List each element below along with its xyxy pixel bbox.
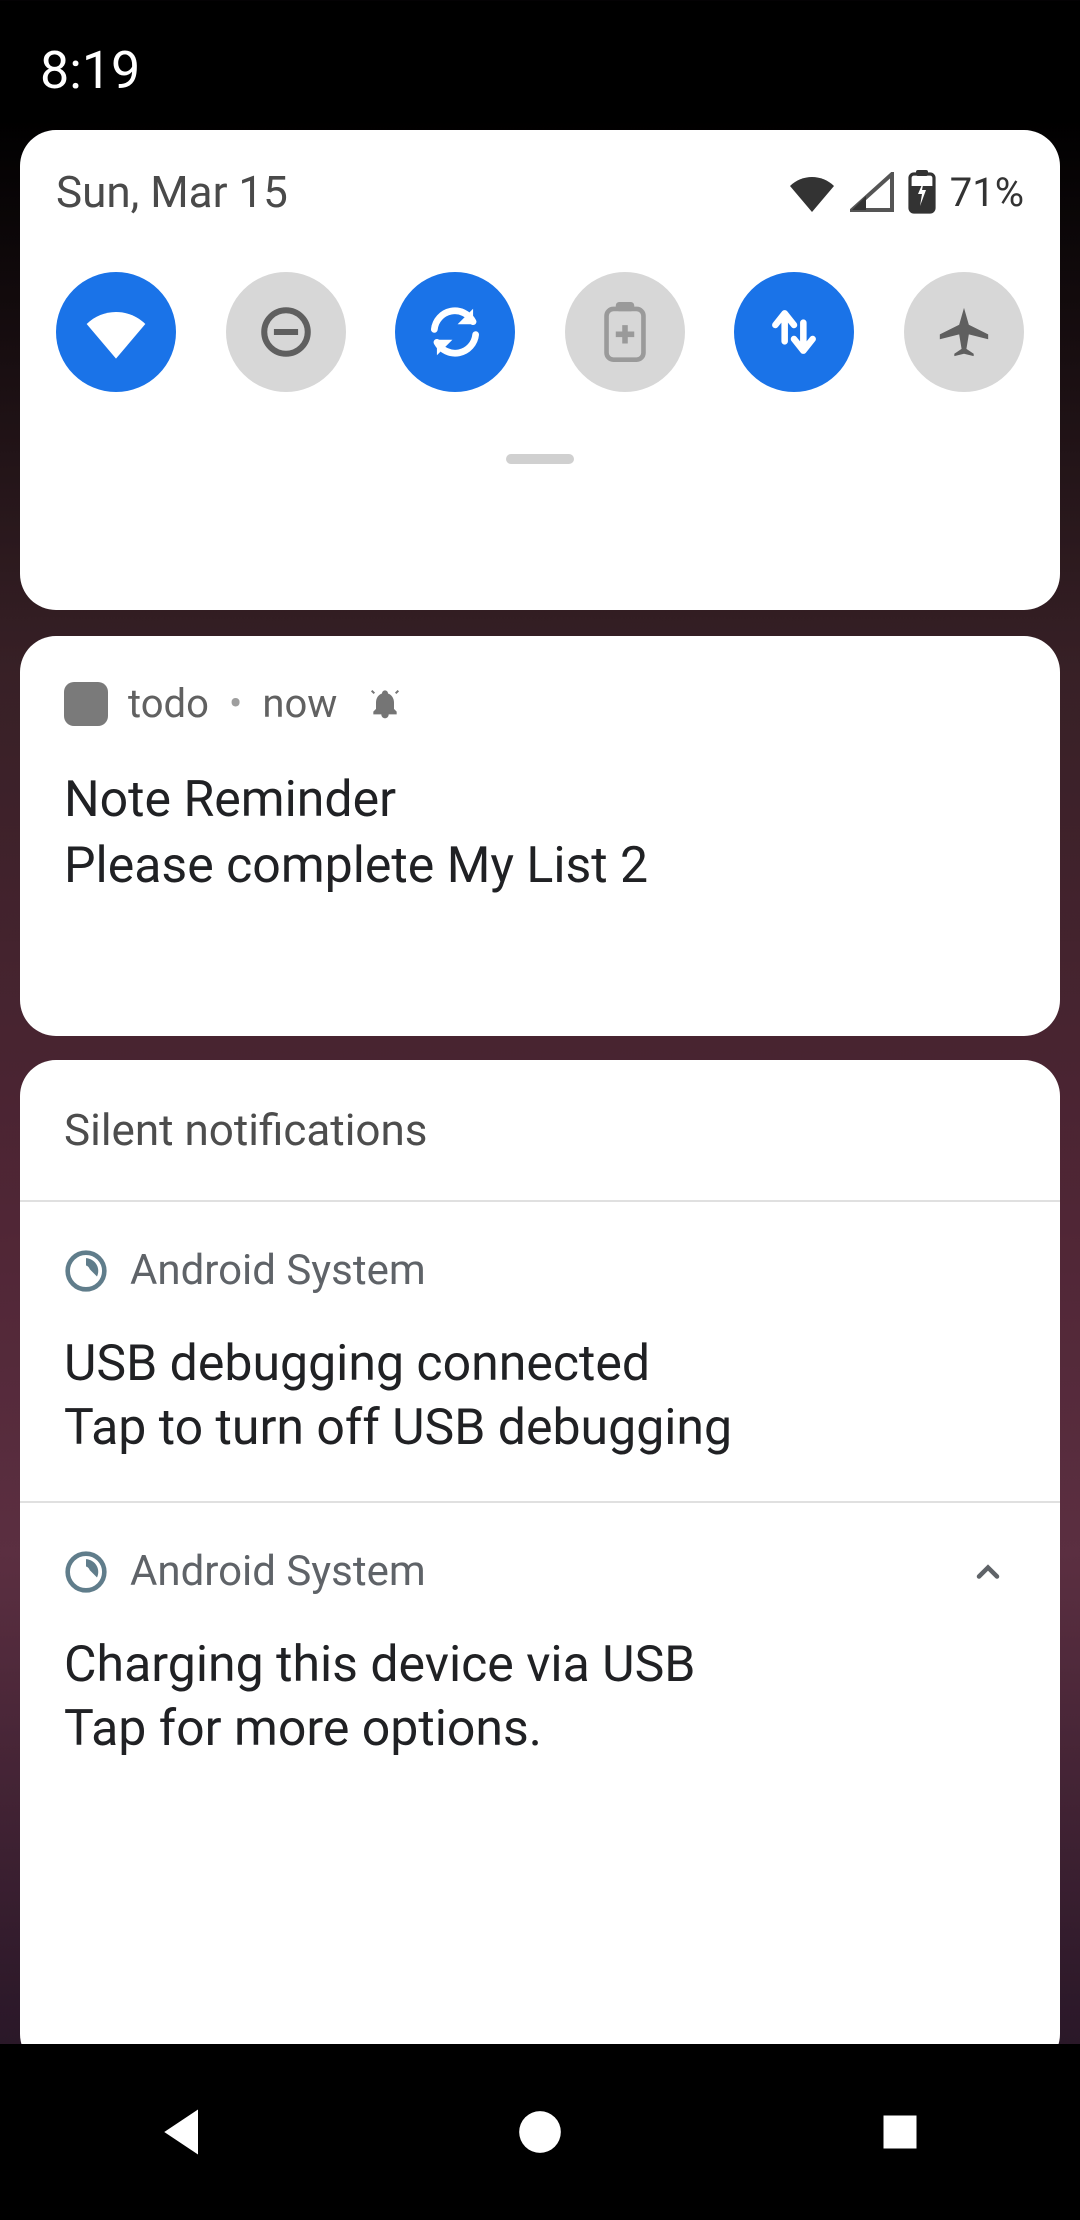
mobile-data-icon xyxy=(766,304,822,360)
navigation-bar xyxy=(0,2044,1080,2220)
notification-usb-debugging[interactable]: Android System USB debugging connected T… xyxy=(20,1202,1060,1503)
back-button[interactable] xyxy=(150,2102,210,2162)
wifi-icon xyxy=(788,172,836,212)
silent-notifications-group: Silent notifications Android System USB … xyxy=(20,1060,1060,2070)
battery-charging-icon xyxy=(908,170,936,214)
qs-tile-airplane[interactable] xyxy=(904,272,1024,392)
notification-todo[interactable]: todo • now Note Reminder Please complete… xyxy=(20,636,1060,1036)
home-button[interactable] xyxy=(510,2102,570,2162)
battery-saver-icon xyxy=(603,302,647,362)
separator-dot: • xyxy=(229,680,243,727)
notification-charging-usb[interactable]: Android System Charging this device via … xyxy=(20,1503,1060,1802)
qs-tile-dnd[interactable] xyxy=(226,272,346,392)
qs-tile-wifi[interactable] xyxy=(56,272,176,392)
notification-app-name: Android System xyxy=(130,1547,426,1596)
android-system-icon xyxy=(64,1249,108,1293)
chevron-up-icon[interactable] xyxy=(970,1554,1006,1590)
quick-settings-panel[interactable]: Sun, Mar 15 71% xyxy=(20,130,1060,610)
notification-title: USB debugging connected xyxy=(64,1335,1016,1393)
qs-date: Sun, Mar 15 xyxy=(56,166,288,218)
qs-tile-battery-saver[interactable] xyxy=(565,272,685,392)
recents-button[interactable] xyxy=(870,2102,930,2162)
cell-signal-icon xyxy=(850,172,894,212)
notification-app-name: Android System xyxy=(130,1246,426,1295)
notification-title: Charging this device via USB xyxy=(64,1636,1016,1694)
back-triangle-icon xyxy=(156,2105,204,2159)
home-circle-icon xyxy=(515,2107,565,2157)
notification-body: Please complete My List 2 xyxy=(64,837,1016,895)
notification-app-name: todo xyxy=(128,680,209,727)
notification-title: Note Reminder xyxy=(64,771,1016,829)
qs-expand-handle[interactable] xyxy=(506,454,574,464)
notification-time: now xyxy=(262,680,337,727)
status-bar-clock: 8:19 xyxy=(40,40,140,101)
qs-tile-mobile-data[interactable] xyxy=(734,272,854,392)
app-icon xyxy=(64,682,108,726)
wifi-icon xyxy=(84,304,148,360)
bell-ringing-icon xyxy=(369,688,401,720)
notification-body: Tap for more options. xyxy=(64,1700,1016,1758)
battery-percent: 71% xyxy=(950,169,1024,216)
qs-status-icons: 71% xyxy=(788,169,1024,216)
autorotate-icon xyxy=(424,301,486,363)
notification-body: Tap to turn off USB debugging xyxy=(64,1399,1016,1457)
android-system-icon xyxy=(64,1550,108,1594)
dnd-icon xyxy=(257,303,315,361)
qs-tile-autorotate[interactable] xyxy=(395,272,515,392)
airplane-icon xyxy=(935,303,993,361)
recents-square-icon xyxy=(878,2110,922,2154)
silent-notifications-header: Silent notifications xyxy=(20,1060,1060,1202)
